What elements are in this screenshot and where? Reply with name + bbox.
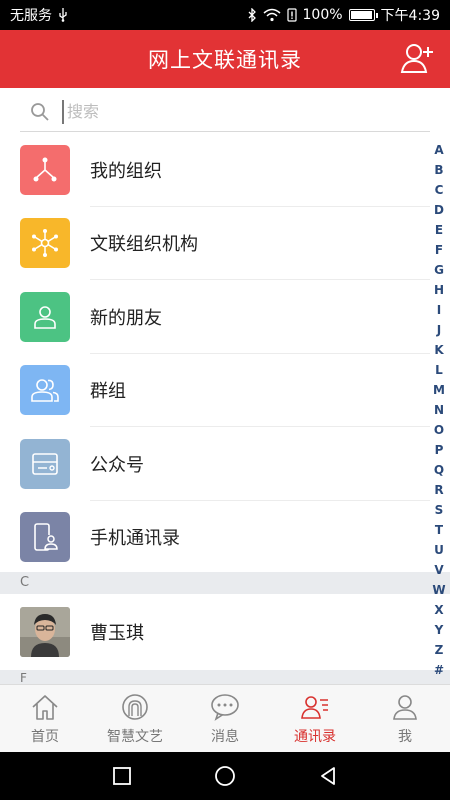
index-letter[interactable]: # — [431, 660, 447, 680]
index-letter[interactable]: M — [431, 380, 447, 400]
back-icon[interactable] — [317, 765, 339, 787]
usb-icon — [59, 8, 67, 22]
index-letter[interactable]: G — [431, 260, 447, 280]
battery-icon — [348, 9, 378, 21]
battery-percent: 100% — [302, 7, 343, 23]
index-letter[interactable]: Z — [431, 640, 447, 660]
index-letter[interactable]: F — [431, 240, 447, 260]
carrier-text: 无服务 — [10, 8, 52, 24]
index-letter[interactable]: L — [431, 360, 447, 380]
tab-label: 首页 — [31, 728, 59, 745]
tab-contacts[interactable]: 通讯录 — [270, 685, 360, 752]
search-input[interactable] — [62, 99, 362, 124]
index-letter[interactable]: D — [431, 200, 447, 220]
menu-item-my-organization[interactable]: 我的组织 — [0, 133, 430, 207]
menu-item-label: 手机通讯录 — [90, 528, 180, 550]
function-list: 我的组织 文联组织机构 新的朋友 群组 公众号 手机通讯录 — [0, 133, 430, 574]
menu-item-label: 群组 — [90, 381, 126, 403]
index-letter[interactable]: X — [431, 600, 447, 620]
chat-bubbles-icon — [211, 693, 239, 721]
search-icon — [31, 102, 49, 121]
index-letter[interactable]: I — [431, 300, 447, 320]
tab-smart-arts[interactable]: 智慧文艺 — [90, 685, 180, 752]
section-header-f: F — [0, 670, 450, 684]
contact-name: 曹玉琪 — [90, 623, 144, 644]
index-letter[interactable]: P — [431, 440, 447, 460]
menu-item-label: 公众号 — [90, 454, 144, 476]
phone-contact-icon — [20, 512, 70, 563]
user-icon — [393, 694, 417, 720]
bluetooth-icon — [248, 8, 256, 22]
index-letter[interactable]: V — [431, 560, 447, 580]
menu-item-groups[interactable]: 群组 — [0, 354, 430, 428]
alert-icon — [286, 8, 297, 22]
index-letter[interactable]: Q — [431, 460, 447, 480]
official-account-icon — [20, 438, 70, 489]
index-letter[interactable]: O — [431, 420, 447, 440]
group-icon — [20, 365, 70, 416]
menu-item-phone-contacts[interactable]: 手机通讯录 — [0, 501, 430, 575]
index-letter[interactable]: N — [431, 400, 447, 420]
wifi-icon — [263, 8, 281, 22]
menu-item-official-accounts[interactable]: 公众号 — [0, 427, 430, 501]
menu-item-label: 文联组织机构 — [90, 234, 198, 256]
index-letter[interactable]: B — [431, 160, 447, 180]
tab-label: 通讯录 — [294, 728, 336, 745]
section-header-c: C — [0, 572, 450, 594]
tab-messages[interactable]: 消息 — [180, 685, 270, 752]
contacts-icon — [301, 695, 328, 719]
index-letter[interactable]: R — [431, 480, 447, 500]
index-letter[interactable]: W — [431, 580, 447, 600]
title-bar: 网上文联通讯录 — [0, 30, 450, 88]
status-bar: 无服务 100% 下午4:39 — [0, 0, 450, 30]
index-letter[interactable]: T — [431, 520, 447, 540]
index-letter[interactable]: H — [431, 280, 447, 300]
recent-apps-icon[interactable] — [111, 765, 133, 787]
person-plus-icon[interactable] — [400, 41, 436, 77]
index-letter[interactable]: J — [431, 320, 447, 340]
index-letter[interactable]: E — [431, 220, 447, 240]
tab-label: 智慧文艺 — [107, 728, 163, 745]
page-title: 网上文联通讯录 — [148, 48, 302, 72]
index-letter[interactable]: K — [431, 340, 447, 360]
clock: 下午4:39 — [380, 8, 440, 24]
home-icon — [32, 694, 58, 720]
person-icon — [20, 291, 70, 342]
alphabet-index[interactable]: A B C D E F G H I J K L M N O P Q R S T U V W X Y Z # — [431, 140, 447, 680]
network-hub-icon — [20, 218, 70, 269]
avatar — [20, 607, 70, 657]
index-letter[interactable]: Y — [431, 620, 447, 640]
menu-item-label: 新的朋友 — [90, 307, 162, 329]
menu-item-federation-organization[interactable]: 文联组织机构 — [0, 207, 430, 281]
system-nav-bar — [0, 752, 450, 800]
home-circle-icon[interactable] — [214, 765, 236, 787]
tab-me[interactable]: 我 — [360, 685, 450, 752]
arch-icon — [122, 693, 148, 720]
search-bar[interactable] — [20, 92, 430, 132]
index-letter[interactable]: A — [431, 140, 447, 160]
menu-item-new-friends[interactable]: 新的朋友 — [0, 280, 430, 354]
tab-home[interactable]: 首页 — [0, 685, 90, 752]
bottom-tab-bar: 首页 智慧文艺 消息 通讯录 我 — [0, 684, 450, 752]
index-letter[interactable]: S — [431, 500, 447, 520]
contact-row[interactable]: 曹玉琪 — [0, 594, 430, 670]
menu-item-label: 我的组织 — [90, 160, 162, 182]
tab-label: 消息 — [211, 728, 239, 745]
index-letter[interactable]: U — [431, 540, 447, 560]
org-tree-icon — [20, 144, 70, 195]
index-letter[interactable]: C — [431, 180, 447, 200]
tab-label: 我 — [398, 728, 412, 745]
